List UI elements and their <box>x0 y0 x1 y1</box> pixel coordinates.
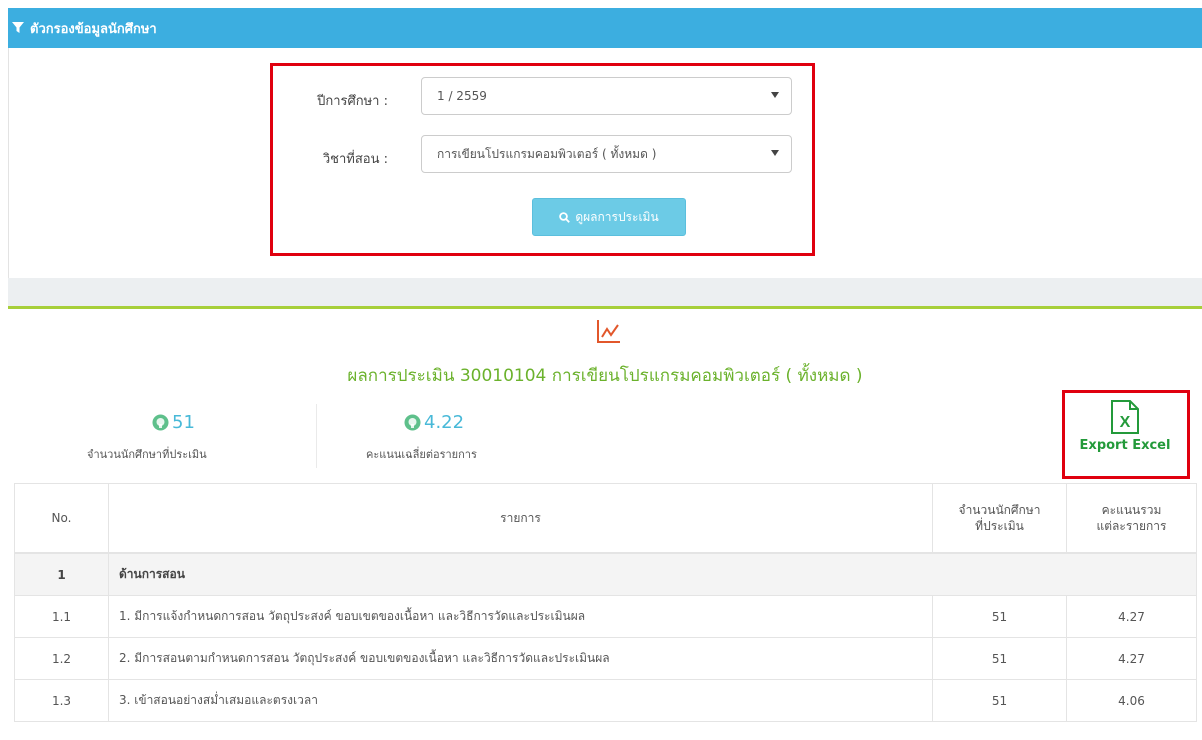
row-item: 1. มีการแจ้งกำหนดการสอน วัตถุประสงค์ ขอบ… <box>108 595 933 638</box>
export-excel-label: Export Excel <box>1079 438 1171 453</box>
row-count: 51 <box>932 679 1067 722</box>
column-header-score: คะแนนรวม แต่ละรายการ <box>1066 483 1197 554</box>
filter-panel-header[interactable]: ตัวกรองข้อมูลนักศึกษา <box>8 8 1202 48</box>
column-header-count-line2: ที่ประเมิน <box>975 519 1024 533</box>
subject-select-value: การเขียนโปรแกรมคอมพิวเตอร์ ( ทั้งหมด ) <box>437 146 657 161</box>
row-score: 4.27 <box>1066 595 1197 638</box>
row-count: 51 <box>932 637 1067 680</box>
subject-label: วิชาที่สอน : <box>322 152 388 167</box>
row-no: 1.1 <box>14 595 109 638</box>
row-no: 1.2 <box>14 637 109 680</box>
section-title: ด้านการสอน <box>108 552 1197 596</box>
search-icon <box>559 211 571 223</box>
table-section-row: 1 ด้านการสอน <box>14 552 1197 596</box>
stat-students-label: จำนวนนักศึกษาที่ประเมิน <box>87 448 207 461</box>
filter-icon <box>12 22 24 34</box>
row-item: 3. เข้าสอนอย่างสม่ำเสมอและตรงเวลา <box>108 679 933 722</box>
row-score: 4.27 <box>1066 637 1197 680</box>
view-results-button[interactable]: ดูผลการประเมิน <box>532 198 686 236</box>
subject-select[interactable]: การเขียนโปรแกรมคอมพิวเตอร์ ( ทั้งหมด ) <box>421 135 792 173</box>
row-score: 4.06 <box>1066 679 1197 722</box>
section-separator <box>8 278 1202 306</box>
section-no: 1 <box>14 552 109 596</box>
column-header-count-line1: จำนวนนักศึกษา <box>958 503 1041 517</box>
results-title: ผลการประเมิน 30010104 การเขียนโปรแกรมคอม… <box>347 366 863 386</box>
column-header-count: จำนวนนักศึกษา ที่ประเมิน <box>932 483 1067 554</box>
column-header-score-line1: คะแนนรวม <box>1101 503 1162 517</box>
section-accent-line <box>8 306 1202 309</box>
row-no: 1.3 <box>14 679 109 722</box>
column-header-no: No. <box>14 483 109 554</box>
stat-average-value: 4.22 <box>424 412 465 433</box>
chevron-down-icon <box>771 150 779 156</box>
view-results-label: ดูผลการประเมิน <box>575 209 659 224</box>
table-header-row: No. รายการ จำนวนนักศึกษา ที่ประเมิน คะแน… <box>14 483 1197 554</box>
excel-file-icon: X <box>1110 400 1140 434</box>
chevron-down-icon <box>771 92 779 98</box>
table-row: 1.1 1. มีการแจ้งกำหนดการสอน วัตถุประสงค์… <box>14 595 1197 638</box>
table-row: 1.3 3. เข้าสอนอย่างสม่ำเสมอและตรงเวลา 51… <box>14 679 1197 722</box>
year-label: ปีการศึกษา : <box>317 94 388 109</box>
brain-icon <box>152 414 169 431</box>
line-chart-icon <box>596 318 622 348</box>
column-header-item: รายการ <box>108 483 933 554</box>
row-count: 51 <box>932 595 1067 638</box>
svg-text:X: X <box>1120 414 1131 431</box>
table-row: 1.2 2. มีการสอนตามกำหนดการสอน วัตถุประสง… <box>14 637 1197 680</box>
stat-divider <box>316 404 317 468</box>
export-excel-button[interactable]: X Export Excel <box>1062 392 1188 476</box>
column-header-score-line2: แต่ละรายการ <box>1096 519 1167 533</box>
stat-average-label: คะแนนเฉลี่ยต่อรายการ <box>366 448 477 461</box>
results-table: No. รายการ จำนวนนักศึกษา ที่ประเมิน คะแน… <box>14 483 1197 722</box>
stat-average-score: 4.22 <box>404 412 464 433</box>
row-item: 2. มีการสอนตามกำหนดการสอน วัตถุประสงค์ ข… <box>108 637 933 680</box>
stat-students-value: 51 <box>172 412 195 433</box>
stat-students-count: 51 <box>152 412 195 433</box>
brain-icon <box>404 414 421 431</box>
year-select-value: 1 / 2559 <box>437 89 487 103</box>
year-select[interactable]: 1 / 2559 <box>421 77 792 115</box>
filter-panel-title: ตัวกรองข้อมูลนักศึกษา <box>30 21 157 37</box>
